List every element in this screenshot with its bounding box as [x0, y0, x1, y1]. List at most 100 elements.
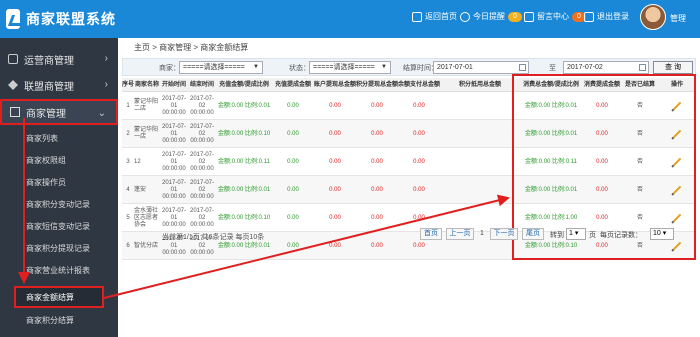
merchant-filter-label: 商家：	[159, 65, 180, 72]
sidebar-item-operators[interactable]: 运营商管理 ›	[0, 46, 118, 72]
app-logo: 商家联盟系统	[6, 6, 116, 32]
cell-c5	[440, 148, 520, 176]
cell-c3: 0.00	[371, 242, 383, 249]
sidebar: 运营商管理 › 联盟商管理 › 商家管理 ⌄ 商家列表 商家权限组 商家操作员 …	[0, 38, 118, 337]
status-select[interactable]: =====请选择===== ▼	[309, 61, 391, 74]
column-header: 积分抵用总金额	[458, 82, 501, 88]
column-header: 结束时间	[189, 82, 214, 88]
sidebar-sub-points-change[interactable]: 商家积分变动记录	[0, 193, 118, 215]
current-page: 1	[480, 230, 484, 237]
cell-c4: 0.00	[413, 130, 425, 137]
cell-c4: 0.00	[413, 102, 425, 109]
cell-no: 2	[126, 130, 130, 137]
sidebar-sub-operators[interactable]: 商家操作员	[0, 171, 118, 193]
cell-no: 5	[126, 214, 130, 221]
message-center-link[interactable]: 留言中心 0	[524, 11, 586, 22]
cell-charge: 金额:0.00 比例:0.01	[217, 186, 271, 193]
home-icon	[412, 11, 422, 22]
calendar-icon[interactable]	[519, 64, 526, 71]
message-icon	[524, 11, 534, 22]
cell-name: 蒙记华阳一店	[134, 127, 159, 140]
cell-c1: 0.00	[287, 186, 299, 193]
today-reminder-link[interactable]: 今日提醒 0	[460, 11, 522, 22]
cell-end: 2017-07-02 00:00:00	[189, 123, 215, 144]
cell-start: 2017-07-01 00:00:00	[161, 151, 187, 172]
sidebar-sub-permission-group[interactable]: 商家权限组	[0, 149, 118, 171]
cell-name: 蒙记华阳二店	[134, 99, 159, 112]
sidebar-sub-business-report[interactable]: 商家营业统计报表	[0, 259, 118, 281]
merchant-select[interactable]: =====请选择===== ▼	[179, 61, 263, 74]
cell-c1: 0.00	[287, 214, 299, 221]
pager-info: 当前第1/1页 共6条记录 每页10条	[162, 234, 265, 241]
breadcrumb: 主页 > 商家管理 > 商家金额结算	[134, 43, 249, 52]
column-header: 账户提现总金额	[314, 82, 356, 88]
goto-unit: 页	[589, 232, 596, 239]
cell-end: 2017-07-02 00:00:00	[189, 95, 215, 116]
cell-charge: 金额:0.00 比例:0.10	[217, 214, 271, 221]
last-page-button[interactable]: 尾页	[522, 228, 544, 240]
cell-c2: 0.00	[329, 214, 341, 221]
cell-c5	[440, 120, 520, 148]
first-page-button[interactable]: 首页	[420, 228, 442, 240]
prev-page-button[interactable]: 上一页	[446, 228, 474, 240]
cell-c2: 0.00	[329, 242, 341, 249]
cell-c1: 0.00	[287, 242, 299, 249]
column-header: 充值金额/提成比例	[219, 82, 269, 88]
date-to-input[interactable]: 2017-07-02	[563, 61, 649, 74]
sidebar-sub-sms-change[interactable]: 商家短信变动记录	[0, 215, 118, 237]
main-content: 主页 > 商家管理 > 商家金额结算 商家： =====请选择===== ▼ 状态…	[118, 38, 700, 337]
goto-label: 转到	[550, 232, 564, 239]
username[interactable]: 管理	[670, 13, 686, 24]
cell-c5	[440, 176, 520, 204]
cell-c2: 0.00	[329, 102, 341, 109]
sidebar-sub-merchant-list[interactable]: 商家列表	[0, 127, 118, 149]
cell-c3: 0.00	[371, 186, 383, 193]
cell-c4: 0.00	[413, 158, 425, 165]
today-count-badge: 0	[508, 11, 522, 22]
logout-link[interactable]: 退出登录	[584, 11, 629, 22]
per-page-select[interactable]: 10 ▾	[650, 228, 674, 240]
cell-no: 1	[126, 102, 130, 109]
cell-no: 6	[126, 242, 130, 249]
cell-charge: 金额:0.00 比例:0.11	[218, 158, 270, 165]
top-header: 商家联盟系统 返回首页 今日提醒 0 留言中心 0 退出登录 管理	[0, 0, 700, 38]
home-link[interactable]: 返回首页	[412, 11, 457, 22]
cell-start: 2017-07-01 00:00:00	[161, 123, 187, 144]
next-page-button[interactable]: 下一页	[490, 228, 518, 240]
cell-c1: 0.00	[287, 130, 299, 137]
sidebar-sub-points-withdraw[interactable]: 商家积分提现记录	[0, 237, 118, 259]
cell-c1: 0.00	[287, 102, 299, 109]
column-header: 余额支付总金额	[398, 82, 440, 88]
chevron-down-icon: ⌄	[97, 108, 106, 119]
cell-start: 2017-07-01 00:00:00	[161, 95, 187, 116]
cell-name: 蓬安	[134, 186, 147, 193]
cell-c2: 0.00	[329, 186, 341, 193]
user-avatar[interactable]	[640, 4, 666, 30]
cell-c3: 0.00	[371, 158, 383, 165]
cell-end: 2017-07-02 00:00:00	[189, 207, 215, 228]
calendar-icon[interactable]	[639, 64, 646, 71]
cell-c2: 0.00	[329, 158, 341, 165]
sidebar-item-merchants[interactable]: 商家管理 ⌄	[0, 99, 118, 125]
column-header: 商家名称	[134, 82, 159, 88]
status-filter-label: 状态：	[289, 65, 310, 72]
cell-charge: 金额:0.00 比例:0.10	[217, 130, 271, 137]
sidebar-sub-amount-settlement[interactable]: 商家金额结算	[14, 286, 104, 308]
cell-c4: 0.00	[413, 186, 425, 193]
goto-page-select[interactable]: 1 ▾	[566, 228, 586, 240]
cell-c1: 0.00	[287, 158, 299, 165]
sidebar-sub-points-settlement[interactable]: 商家积分结算	[0, 309, 118, 331]
cell-name: 12	[134, 158, 141, 165]
date-to-label: 至	[549, 65, 556, 72]
date-from-input[interactable]: 2017-07-01	[433, 61, 529, 74]
logout-icon	[584, 11, 594, 22]
dropdown-arrow-icon: ▼	[253, 64, 259, 70]
cell-c3: 0.00	[371, 130, 383, 137]
store-icon	[10, 107, 20, 117]
column-header: 序号	[122, 82, 134, 88]
cell-charge: 金额:0.00 比例:0.01	[217, 102, 271, 109]
cell-c5	[440, 92, 520, 120]
chevron-right-icon: ›	[104, 53, 108, 64]
search-button[interactable]: 查 询	[653, 61, 693, 74]
sidebar-item-alliance[interactable]: 联盟商管理 ›	[0, 72, 118, 98]
